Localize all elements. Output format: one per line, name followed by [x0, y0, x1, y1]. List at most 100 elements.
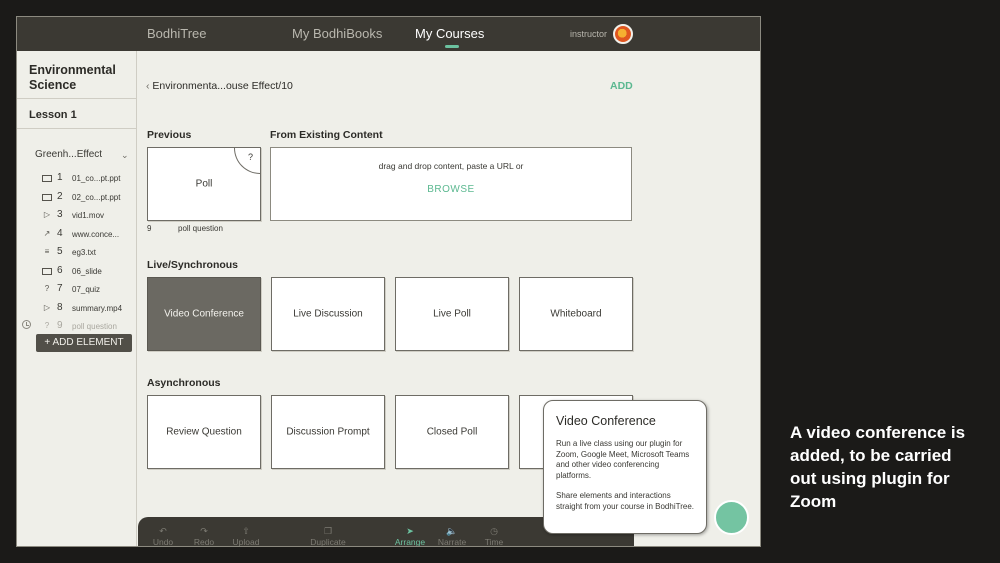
lesson-item[interactable]: ▷ 3 vid1.mov	[17, 206, 137, 225]
sidebar-divider	[17, 98, 137, 99]
review-question-card[interactable]: Review Question	[147, 395, 261, 469]
slide-icon	[42, 175, 52, 182]
nav-my-courses[interactable]: My Courses	[415, 26, 484, 41]
active-nav-indicator	[445, 45, 459, 48]
upload-button[interactable]: ⇧ Upload	[224, 525, 268, 547]
nav-my-bodhibooks[interactable]: My BodhiBooks	[292, 26, 382, 41]
item-number: 5	[57, 246, 63, 257]
add-button[interactable]: ADD	[610, 80, 633, 92]
question-icon: ?	[44, 321, 50, 330]
lesson-item[interactable]: ▷ 8 summary.mp4	[17, 299, 137, 318]
item-name: 01_co...pt.ppt	[72, 174, 121, 183]
lesson-item[interactable]: 6 06_slide	[17, 262, 137, 281]
item-number: 1	[57, 172, 63, 183]
item-number: 8	[57, 301, 63, 313]
lesson-title[interactable]: Lesson 1	[29, 109, 77, 121]
card-label: Review Question	[166, 426, 242, 438]
breadcrumb-text: Environmenta...ouse Effect/10	[152, 80, 293, 92]
poll-meta-number: 9	[147, 224, 152, 233]
item-name: summary.mp4	[72, 303, 123, 313]
slide-icon	[42, 267, 52, 275]
question-icon: ?	[44, 284, 50, 293]
live-discussion-card[interactable]: Live Discussion	[271, 277, 385, 351]
section-async-label: Asynchronous	[147, 377, 221, 389]
item-number: 4	[57, 227, 63, 239]
drop-zone[interactable]: drag and drop content, paste a URL or BR…	[270, 147, 632, 221]
card-label: Poll	[195, 178, 213, 190]
slide-caption: A video conference is added, to be carri…	[790, 423, 966, 511]
item-name: 07_quiz	[72, 285, 101, 294]
narrate-button[interactable]: 🔈 Narrate	[430, 525, 474, 547]
lesson-item[interactable]: ? 7 07_quiz	[17, 280, 137, 299]
link-icon: ↗	[43, 228, 51, 238]
live-poll-card[interactable]: Live Poll	[395, 277, 509, 351]
lesson-item[interactable]: ≡ 5 eg3.txt	[17, 243, 137, 262]
section-existing-label: From Existing Content	[270, 129, 383, 141]
drop-hint: drag and drop content, paste a URL or	[378, 161, 524, 171]
item-number: 7	[57, 283, 63, 294]
breadcrumb[interactable]: ‹ Environmenta...ouse Effect/10	[146, 80, 293, 92]
module-title[interactable]: Greenh...Effect	[35, 149, 102, 160]
question-icon: ?	[247, 152, 253, 162]
item-number: 3	[57, 209, 63, 220]
item-name: eg3.txt	[72, 248, 97, 257]
tool-label: Undo	[152, 537, 174, 547]
item-name: vid1.mov	[72, 211, 105, 220]
tool-label: Duplicate	[310, 537, 346, 547]
floating-action-button[interactable]	[714, 500, 749, 535]
item-number: 2	[57, 190, 63, 202]
tool-label: Arrange	[394, 537, 426, 547]
brand-logo[interactable]: BodhiTree	[147, 26, 207, 41]
item-name: 02_co...pt.ppt	[72, 192, 121, 202]
browse-button[interactable]: BROWSE	[271, 184, 631, 195]
course-title: Environmental Science	[29, 63, 116, 92]
user-avatar[interactable]	[613, 24, 633, 44]
video-conference-card[interactable]: Video Conference	[147, 277, 261, 351]
play-icon: ▷	[43, 302, 51, 312]
poll-meta-text: poll question	[178, 224, 223, 233]
chevron-down-icon[interactable]: ⌄	[121, 150, 129, 161]
play-icon: ▷	[43, 210, 51, 219]
slide-icon	[42, 193, 52, 201]
lesson-item-list: 1 01_co...pt.ppt 2 02_co...pt.ppt ▷ 3 vid1.m…	[17, 169, 137, 336]
lesson-item[interactable]: 2 02_co...pt.ppt	[17, 188, 137, 207]
question-badge: ?	[234, 148, 260, 174]
card-label: Discussion Prompt	[286, 426, 370, 438]
card-label: Closed Poll	[426, 426, 478, 438]
speaker-icon: 🔈	[446, 526, 458, 536]
sidebar-divider	[17, 128, 137, 129]
lesson-item[interactable]: 1 01_co...pt.ppt	[17, 169, 137, 188]
closed-poll-card[interactable]: Closed Poll	[395, 395, 509, 469]
clock-icon	[22, 320, 31, 329]
tool-label: Redo	[193, 537, 215, 547]
discussion-prompt-card[interactable]: Discussion Prompt	[271, 395, 385, 469]
undo-button[interactable]: ↶ Undo	[141, 525, 185, 547]
tool-label: Time	[484, 537, 504, 547]
add-element-button[interactable]: + ADD ELEMENT	[36, 334, 132, 352]
item-name: poll question	[72, 322, 117, 331]
text-icon: ≡	[44, 247, 50, 256]
arrange-button[interactable]: ➤ Arrange	[388, 525, 432, 547]
redo-icon: ↷	[200, 526, 208, 536]
time-button[interactable]: ◷ Time	[472, 525, 516, 547]
previous-poll-card[interactable]: Poll ?	[147, 147, 261, 221]
item-number: 6	[57, 264, 63, 276]
card-label: Live Poll	[433, 308, 471, 320]
redo-button[interactable]: ↷ Redo	[182, 525, 226, 547]
tool-label: Upload	[232, 537, 260, 547]
section-previous-label: Previous	[147, 129, 192, 141]
lesson-item[interactable]: ? 9 poll question	[17, 317, 137, 336]
top-navigation-bar: BodhiTree My BodhiBooks My Courses instr…	[17, 17, 760, 51]
duplicate-button[interactable]: ❐ Duplicate	[306, 525, 350, 547]
card-label: Video Conference	[164, 308, 244, 320]
item-number: 9	[57, 320, 63, 331]
tool-label: Narrate	[437, 537, 467, 547]
undo-icon: ↶	[159, 526, 167, 536]
cursor-icon: ➤	[406, 526, 414, 536]
lesson-item[interactable]: ↗ 4 www.conce...	[17, 225, 137, 244]
item-name: www.conce...	[72, 229, 120, 239]
whiteboard-card[interactable]: Whiteboard	[519, 277, 633, 351]
tooltip-title: Video Conference	[556, 414, 656, 428]
tooltip-description: Run a live class using our plugin for Zo…	[556, 439, 690, 480]
tooltip-description: Share elements and interactions straight…	[556, 491, 694, 511]
